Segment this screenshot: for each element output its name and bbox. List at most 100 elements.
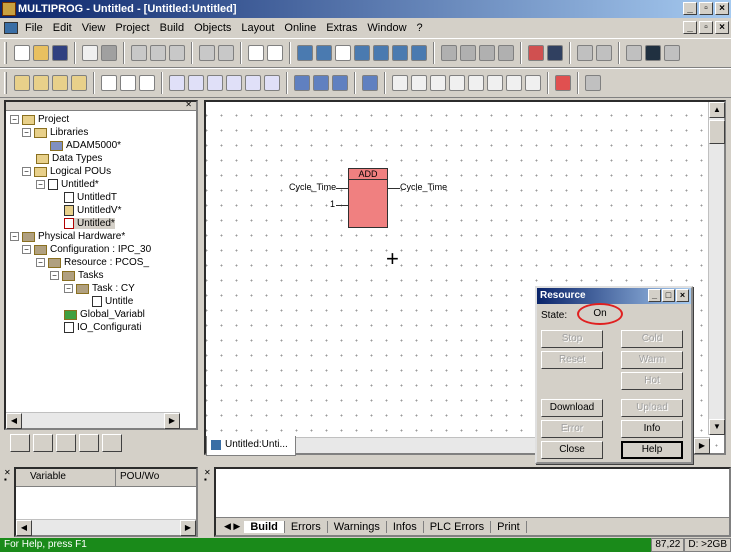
open-folder-icon[interactable]	[14, 75, 30, 91]
column-pou[interactable]: POU/Wo	[116, 469, 159, 486]
reset-button[interactable]: Reset	[541, 351, 603, 369]
tree-node-project[interactable]: − Project	[10, 114, 69, 125]
mdi-restore-button[interactable]: ▫	[699, 21, 713, 34]
tree-node-io-configuration[interactable]: IO_Configurati	[64, 322, 141, 333]
contact-nc-icon[interactable]	[411, 75, 427, 91]
tab-hardware-icon[interactable]	[56, 434, 76, 452]
new-icon[interactable]	[14, 45, 30, 61]
fbd-icon[interactable]	[664, 45, 680, 61]
parallel-contact-icon[interactable]	[468, 75, 484, 91]
tab-project-icon[interactable]	[10, 434, 30, 452]
warm-button[interactable]: Warm	[621, 351, 683, 369]
build-icon[interactable]	[479, 45, 495, 61]
scroll-right-button[interactable]: ▶	[164, 413, 180, 429]
tab-infos[interactable]: Infos	[387, 520, 424, 533]
menu-view[interactable]: View	[77, 22, 111, 34]
tab-errors[interactable]: Errors	[285, 520, 328, 533]
menu-project[interactable]: Project	[110, 22, 154, 34]
tree-node-task-program[interactable]: Untitle	[92, 296, 133, 307]
cut-icon[interactable]	[131, 45, 147, 61]
tree-node-physical-hardware[interactable]: − Physical Hardware*	[10, 231, 125, 242]
tree-hscrollbar[interactable]: ◀ ▶	[6, 412, 180, 429]
collapse-icon[interactable]: −	[22, 128, 31, 137]
add-function-block[interactable]: ADD	[348, 168, 388, 228]
scroll-right-button[interactable]: ▶	[694, 438, 710, 454]
library-icon[interactable]	[33, 75, 49, 91]
mdi-minimize-button[interactable]: _	[683, 21, 697, 34]
error-button[interactable]: Error	[541, 420, 603, 438]
menu-edit[interactable]: Edit	[48, 22, 77, 34]
connect-line-icon[interactable]	[139, 75, 155, 91]
tab-nav-arrows-icon[interactable]: ◀ ▶	[220, 521, 244, 532]
editor-vscrollbar[interactable]: ▲ ▼	[708, 102, 725, 435]
scroll-right-button[interactable]: ▶	[180, 520, 196, 536]
collapse-icon[interactable]: −	[22, 245, 31, 254]
network-icon[interactable]	[354, 45, 370, 61]
library-add-icon[interactable]	[52, 75, 68, 91]
tree-node-logical-pous[interactable]: − Logical POUs	[22, 166, 111, 177]
resource-dialog-titlebar[interactable]: Resource _ □ ×	[537, 288, 691, 304]
redo-icon[interactable]	[218, 45, 234, 61]
tree-node-adam5000[interactable]: ADAM5000*	[50, 140, 121, 151]
scroll-left-button[interactable]: ◀	[16, 520, 32, 536]
collapse-icon[interactable]: −	[36, 258, 45, 267]
close-dialog-button[interactable]: Close	[541, 441, 603, 459]
menu-extras[interactable]: Extras	[321, 22, 362, 34]
insert-rung-icon[interactable]	[332, 75, 348, 91]
insert-jump-icon[interactable]	[264, 75, 280, 91]
panel-close-icon[interactable]: ✕	[185, 100, 192, 109]
tree-node-untitled-code[interactable]: Untitled*	[64, 218, 115, 229]
control-dialog-icon[interactable]	[547, 45, 563, 61]
tab-print[interactable]: Print	[491, 520, 527, 533]
toolbar-grip[interactable]	[4, 42, 7, 64]
print-preview-icon[interactable]	[82, 45, 98, 61]
menu-window[interactable]: Window	[362, 22, 411, 34]
mdi-close-button[interactable]: ×	[715, 21, 729, 34]
compile-icon[interactable]	[441, 45, 457, 61]
xref-hscrollbar[interactable]: ◀ ▶	[16, 519, 196, 536]
patch-icon[interactable]	[498, 45, 514, 61]
pointer-icon[interactable]	[335, 45, 351, 61]
collapse-icon[interactable]: −	[50, 271, 59, 280]
debug-icon[interactable]	[528, 45, 544, 61]
close-button[interactable]: ×	[715, 2, 729, 15]
download-button[interactable]: Download	[541, 399, 603, 417]
zoom-out-icon[interactable]	[267, 45, 283, 61]
info-button[interactable]: Info	[621, 420, 683, 438]
save-icon[interactable]	[52, 45, 68, 61]
menu-online[interactable]: Online	[279, 22, 321, 34]
output-label[interactable]: Cycle_Time	[400, 182, 447, 192]
watch-icon[interactable]	[411, 45, 427, 61]
menu-help[interactable]: ?	[412, 22, 428, 34]
upload-button[interactable]: Upload	[621, 399, 683, 417]
minimize-button[interactable]: _	[683, 2, 697, 15]
coil-icon[interactable]	[430, 75, 446, 91]
hot-button[interactable]: Hot	[621, 372, 683, 390]
stop-icon[interactable]	[596, 45, 612, 61]
dialog-minimize-button[interactable]: _	[648, 289, 661, 302]
tab-instances-icon[interactable]	[79, 434, 99, 452]
collapse-icon[interactable]: −	[22, 167, 31, 176]
tree-node-tasks[interactable]: − Tasks	[50, 270, 104, 281]
input-label-2[interactable]: 1	[330, 199, 335, 209]
tab-warnings[interactable]: Warnings	[328, 520, 387, 533]
tree-node-untitledT[interactable]: UntitledT	[64, 192, 117, 203]
collapse-icon[interactable]: −	[64, 284, 73, 293]
tree-node-untitledV[interactable]: UntitledV*	[64, 205, 121, 216]
step-icon[interactable]	[577, 45, 593, 61]
tab-plc-errors[interactable]: PLC Errors	[424, 520, 492, 533]
insert-label-icon[interactable]	[585, 75, 601, 91]
tree-node-task[interactable]: − Task : CY	[64, 283, 135, 294]
tab-build[interactable]: Build	[244, 520, 285, 533]
library-remove-icon[interactable]	[71, 75, 87, 91]
dialog-close-button[interactable]: ×	[676, 289, 689, 302]
window-cascade-icon[interactable]	[316, 45, 332, 61]
tree-node-datatypes[interactable]: Data Types	[36, 153, 102, 164]
zoom-icon[interactable]	[101, 75, 117, 91]
document-tab[interactable]: Untitled:Unti...	[206, 436, 296, 456]
grid-icon[interactable]	[645, 45, 661, 61]
scroll-thumb[interactable]	[709, 120, 725, 144]
window-tile-icon[interactable]	[297, 45, 313, 61]
tree-node-configuration[interactable]: − Configuration : IPC_30	[22, 244, 151, 255]
restore-button[interactable]: ▫	[699, 2, 713, 15]
